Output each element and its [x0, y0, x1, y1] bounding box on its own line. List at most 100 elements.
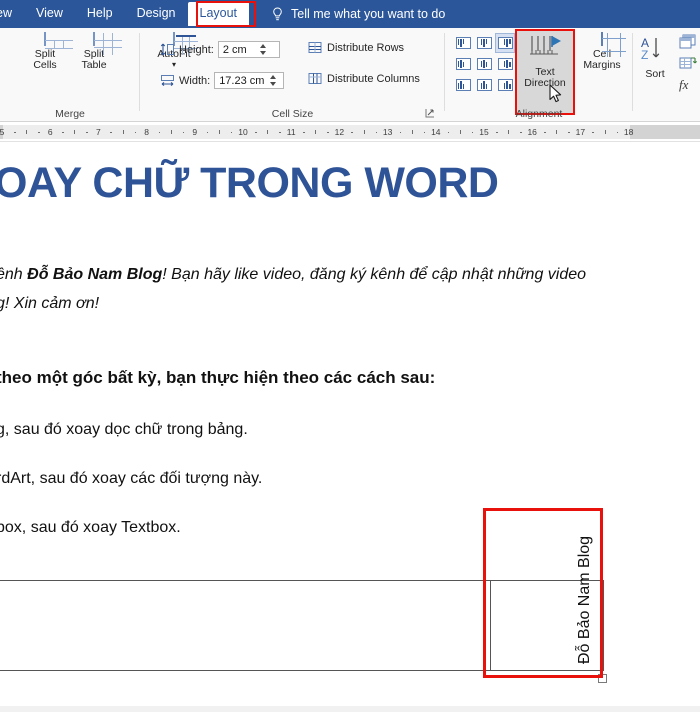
- table-resize-handle[interactable]: [598, 674, 607, 683]
- ruler-number: 17: [575, 127, 586, 137]
- text-direction-icon: [528, 34, 562, 64]
- split-cells-label-line2: Cells: [33, 59, 57, 71]
- align-top-left[interactable]: [453, 33, 473, 53]
- merge-group-label: Merge: [55, 108, 85, 120]
- tab-layout[interactable]: Layout: [187, 2, 250, 26]
- ruler-tick: [62, 131, 64, 133]
- ruler-tick: [411, 130, 413, 134]
- ribbon-group-alignment: Text Direction Cell Margins Alignment: [445, 28, 633, 122]
- split-table-icon: [93, 32, 122, 55]
- svg-text:Z: Z: [641, 48, 648, 62]
- ruler-track: [0, 125, 700, 139]
- ruler-number: 12: [334, 127, 345, 137]
- ruler-number: 13: [382, 127, 393, 137]
- tab-review[interactable]: ew: [0, 2, 24, 26]
- ruler-tick: [351, 131, 353, 133]
- ruler-tick: [604, 130, 606, 134]
- align-center[interactable]: [474, 54, 494, 74]
- ruler-tick: [170, 130, 172, 134]
- document-canvas[interactable]: OAY CHỮ TRONG WORD ênh Đỗ Bảo Nam Blog! …: [0, 143, 700, 712]
- align-bottom-right[interactable]: [495, 75, 515, 95]
- split-cells-icon: [44, 32, 73, 49]
- ruler-number: 15: [479, 127, 489, 137]
- height-stepper[interactable]: [250, 42, 277, 57]
- ribbon-group-merge: Split Cells Split Table Merge: [0, 28, 140, 122]
- ruler-tick: [122, 130, 124, 134]
- ruler-tick: [230, 131, 233, 133]
- ruler-tick: [544, 131, 546, 133]
- ruler-tick: [267, 130, 269, 134]
- ruler-number: 16: [527, 127, 537, 137]
- document-paragraph-intro-1: ênh Đỗ Bảo Nam Blog! Bạn hãy like video,…: [0, 266, 586, 284]
- ruler-tick: [14, 131, 16, 133]
- ruler-tick: [206, 131, 209, 133]
- alignment-group-label: Alignment: [515, 108, 563, 120]
- tab-design[interactable]: Design: [125, 2, 188, 26]
- ruler-tick: [110, 131, 112, 133]
- table-cell-rotated[interactable]: Đỗ Bảo Nam Blog: [490, 535, 604, 671]
- formula-button[interactable]: fx: [679, 77, 688, 93]
- align-center-right[interactable]: [495, 54, 515, 74]
- height-input[interactable]: 2 cm: [217, 41, 280, 58]
- cell-margins-label-line2: Margins: [583, 59, 621, 71]
- sort-label: Sort: [645, 67, 665, 80]
- width-input[interactable]: 17.23 cm: [214, 72, 285, 89]
- ruler-number: 7: [96, 127, 101, 137]
- horizontal-ruler[interactable]: 5 6 7 8 9 10 11 12 13 14 15 16 17 18: [0, 122, 700, 142]
- cell-size-group-label: Cell Size: [271, 108, 314, 120]
- ruler-number: 8: [144, 127, 149, 137]
- align-bottom-center[interactable]: [474, 75, 494, 95]
- ruler-number: 14: [431, 127, 441, 137]
- ruler-number: 9: [192, 127, 198, 137]
- split-table-button[interactable]: Split Table: [70, 32, 122, 72]
- align-center-left[interactable]: [453, 54, 473, 74]
- text-direction-button[interactable]: Text Direction: [519, 34, 571, 90]
- document-paragraph-intro-2: g! Xin cảm ơn!: [0, 295, 100, 312]
- distribute-columns-button[interactable]: Distribute Columns: [308, 72, 420, 85]
- tell-me-label: Tell me what you want to do: [291, 7, 446, 21]
- width-stepper[interactable]: [264, 73, 281, 88]
- table-cell-vertical-text: Đỗ Bảo Nam Blog: [576, 535, 593, 664]
- ruler-number: 6: [47, 127, 53, 137]
- ruler-number: 11: [286, 127, 296, 137]
- align-bottom-left[interactable]: [453, 75, 473, 95]
- column-width-icon: [161, 75, 174, 87]
- autofit-dropdown-arrow[interactable]: ▾: [172, 61, 176, 69]
- ruler-tick: [279, 131, 281, 133]
- ribbon-group-cell-size: AutoFit ▾ Height: 2 cm Width: 17.23 cm D…: [140, 28, 445, 122]
- intro-brand: Đỗ Bảo Nam Blog: [27, 266, 163, 283]
- sort-button[interactable]: A Z Sort: [635, 36, 675, 80]
- tab-help[interactable]: Help: [75, 2, 125, 26]
- status-bar: [0, 706, 700, 712]
- ruler-number: 18: [623, 127, 634, 137]
- ruler-tick: [399, 131, 402, 133]
- alignment-grid[interactable]: [453, 33, 515, 95]
- ruler-tick: [38, 131, 40, 133]
- tell-me-search[interactable]: Tell me what you want to do: [271, 6, 446, 22]
- ribbon-tab-bar: ew View Help Design Layout Tell me what …: [0, 0, 700, 28]
- ruler-tick: [592, 131, 594, 133]
- height-control[interactable]: Height: 2 cm: [160, 41, 280, 58]
- width-label: Width:: [179, 74, 211, 87]
- align-top-center[interactable]: [474, 33, 494, 53]
- ribbon-toolbar: Split Cells Split Table Merge AutoFit ▾ …: [0, 28, 700, 122]
- formula-label: fx: [679, 77, 689, 92]
- distribute-rows-button[interactable]: Distribute Rows: [308, 41, 404, 54]
- ruler-tick: [496, 131, 498, 133]
- ruler-tick: [375, 131, 378, 133]
- cell-margins-button[interactable]: Cell Margins: [576, 32, 628, 72]
- ruler-number: 5: [0, 127, 5, 137]
- ruler-tick: [616, 131, 619, 133]
- ruler-tick: [363, 130, 365, 134]
- document-paragraph-method-1: g, sau đó xoay dọc chữ trong bảng.: [0, 421, 248, 438]
- distribute-rows-icon: [308, 42, 322, 53]
- align-top-right[interactable]: [495, 33, 515, 53]
- convert-to-text-button[interactable]: [679, 55, 697, 76]
- repeat-header-rows-button[interactable]: [679, 34, 697, 55]
- split-cells-button[interactable]: Split Cells: [22, 32, 73, 72]
- distribute-columns-label: Distribute Columns: [327, 72, 420, 85]
- text-direction-label-line2: Direction: [524, 77, 566, 89]
- tab-view[interactable]: View: [24, 2, 75, 26]
- cell-size-dialog-launcher[interactable]: [425, 108, 436, 119]
- width-control[interactable]: Width: 17.23 cm: [160, 72, 285, 89]
